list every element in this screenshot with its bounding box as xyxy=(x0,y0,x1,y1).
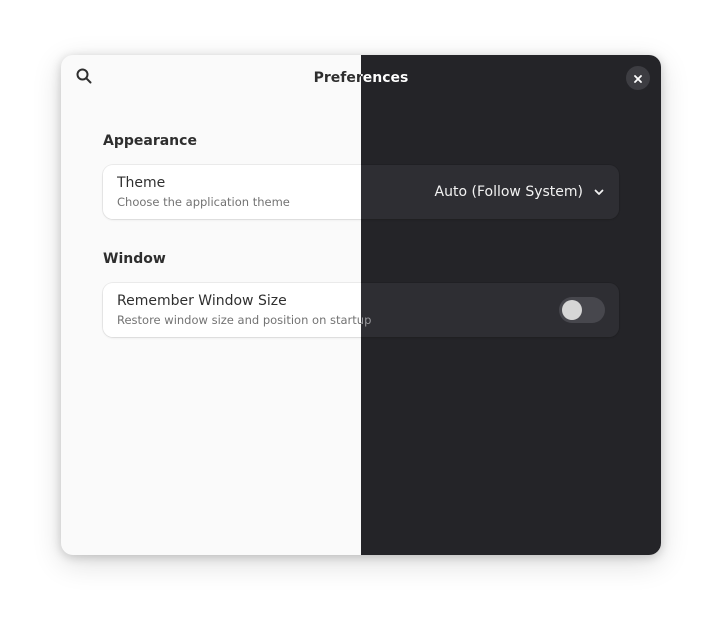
close-icon xyxy=(633,69,643,88)
remember-window-size-row[interactable]: Remember Window Size Restore window size… xyxy=(103,283,619,337)
section-title-appearance: Appearance xyxy=(103,133,197,149)
window-title: Preferences xyxy=(61,68,661,88)
theme-row[interactable]: Theme Choose the application theme Auto … xyxy=(103,165,619,219)
theme-dropdown[interactable]: Auto (Follow System) xyxy=(435,165,607,219)
toggle-knob xyxy=(562,300,582,320)
chevron-down-icon xyxy=(591,184,607,200)
remember-window-size-title: Remember Window Size xyxy=(117,293,287,309)
section-title-window: Window xyxy=(103,251,166,267)
theme-row-title: Theme xyxy=(117,175,166,191)
preferences-window: Preferences Appearance Theme Choose the … xyxy=(61,55,661,555)
close-button[interactable] xyxy=(626,66,650,90)
theme-row-subtitle: Choose the application theme xyxy=(117,195,290,209)
theme-selected-value: Auto (Follow System) xyxy=(434,184,583,200)
remember-window-size-subtitle: Restore window size and position on star… xyxy=(117,313,372,327)
remember-window-size-toggle[interactable] xyxy=(559,297,605,323)
